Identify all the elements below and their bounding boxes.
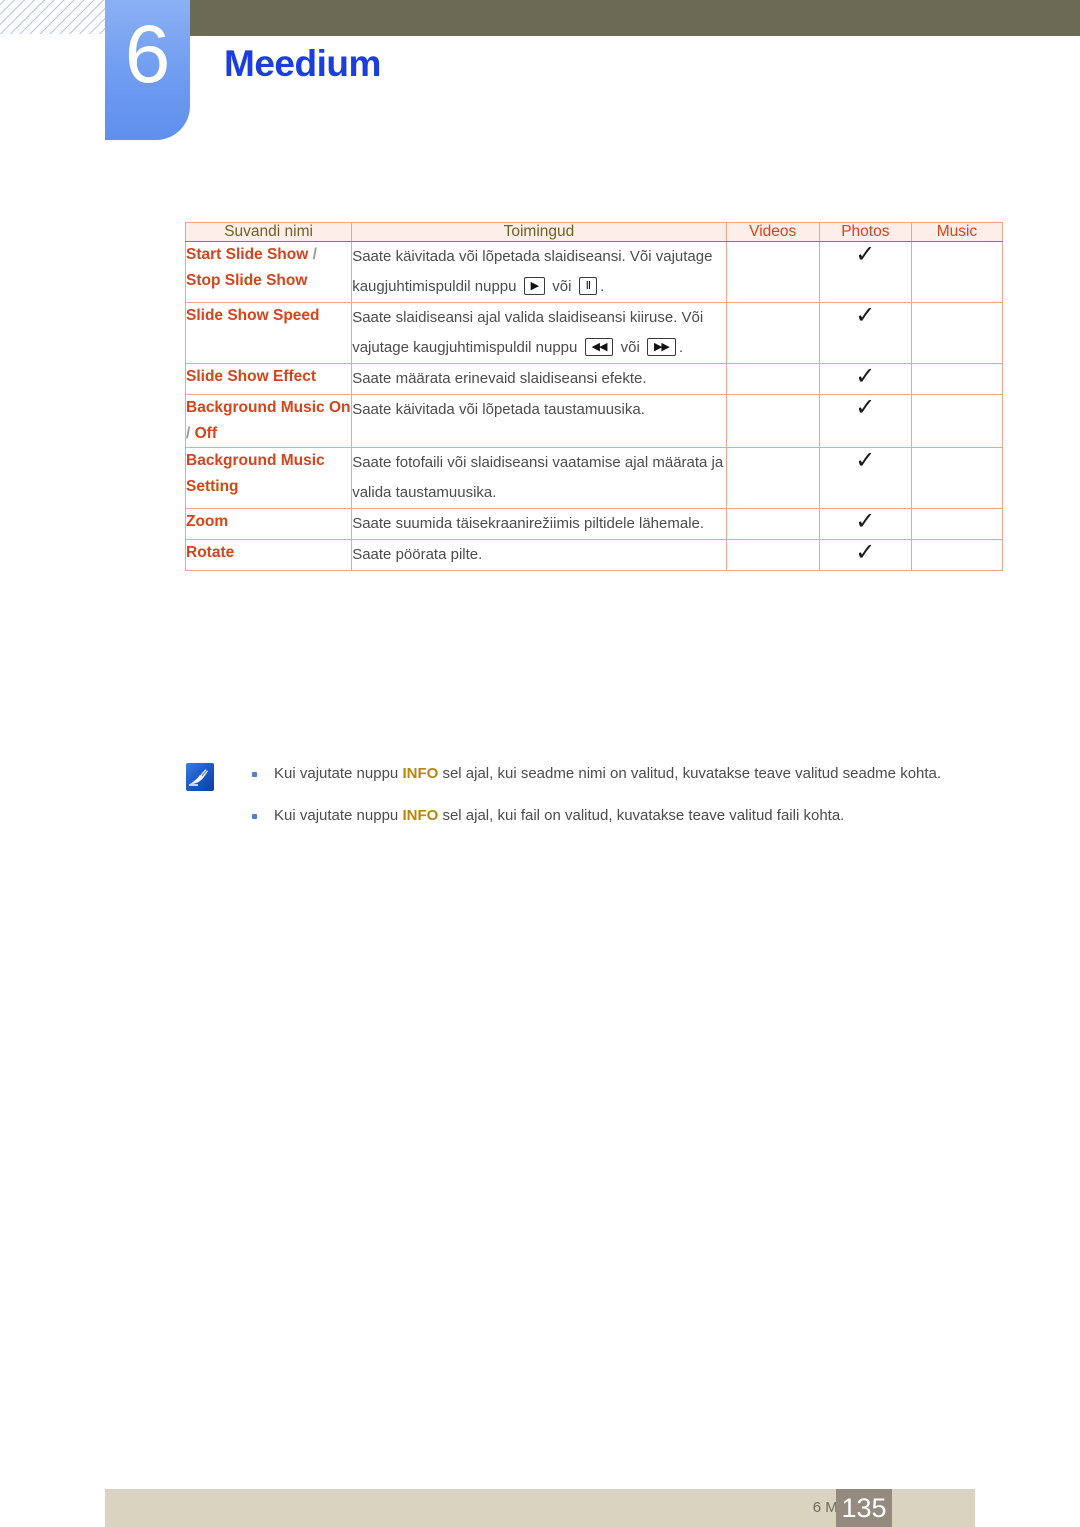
remote-key-icon: ▶▶ bbox=[646, 338, 676, 356]
chapter-olive-bar bbox=[190, 0, 1080, 36]
option-action-cell: Saate määrata erinevaid slaidiseansi efe… bbox=[351, 363, 727, 395]
support-music-cell bbox=[910, 539, 1004, 571]
support-videos-cell bbox=[725, 508, 820, 540]
checkmark-icon: ✓ bbox=[855, 301, 876, 329]
page-title: Meedium bbox=[224, 43, 381, 84]
table-row: Rotate Saate pöörata pilte. ✓ bbox=[184, 538, 1004, 571]
remote-key-icon: ◀◀ bbox=[584, 338, 614, 356]
support-videos-cell bbox=[725, 302, 820, 364]
option-name-cell: Slide Show Speed bbox=[184, 302, 353, 364]
chapter-number: 6 bbox=[124, 9, 171, 100]
column-header-option-name: Suvandi nimi bbox=[184, 222, 353, 242]
option-name-cell: Rotate bbox=[184, 539, 353, 571]
checkmark-icon: ✓ bbox=[855, 362, 876, 390]
note-pen-icon bbox=[186, 763, 214, 791]
checkmark-icon: ✓ bbox=[855, 240, 876, 268]
column-header-music: Music bbox=[910, 222, 1004, 242]
option-name-cell: Zoom bbox=[184, 508, 353, 540]
checkmark-icon: ✓ bbox=[855, 446, 876, 474]
column-header-actions: Toimingud bbox=[351, 222, 727, 242]
table-row: Background Music Setting Saate fotofaili … bbox=[184, 446, 1004, 509]
support-videos-cell bbox=[725, 394, 820, 448]
hatch-decoration bbox=[0, 0, 110, 34]
option-action-cell: Saate suumida täisekraanirežiimis piltid… bbox=[351, 508, 727, 540]
support-videos-cell bbox=[725, 241, 820, 303]
note-item: Kui vajutate nuppu INFO sel ajal, kui se… bbox=[248, 760, 1008, 788]
support-photos-cell: ✓ bbox=[818, 301, 912, 364]
checkmark-icon: ✓ bbox=[855, 538, 876, 566]
table-row: Slide Show Speed Saate slaidiseansi ajal … bbox=[184, 301, 1004, 364]
support-photos-cell: ✓ bbox=[818, 538, 912, 571]
option-action-cell: Saate käivitada või lõpetada slaidiseans… bbox=[351, 241, 727, 303]
table-row: Slide Show Effect Saate määrata erinevaid… bbox=[184, 362, 1004, 395]
info-keyword: INFO bbox=[402, 765, 439, 782]
table-header-row: Suvandi nimi Toimingud Videos Photos Mus… bbox=[184, 222, 1004, 242]
option-action-cell: Saate pöörata pilte. bbox=[351, 539, 727, 571]
option-name-cell: Slide Show Effect bbox=[184, 363, 353, 395]
support-photos-cell: ✓ bbox=[818, 240, 912, 303]
option-name-cell: Background Music Setting bbox=[184, 447, 353, 509]
option-action-cell: Saate fotofaili või slaidiseansi vaatami… bbox=[351, 447, 727, 509]
support-music-cell bbox=[910, 394, 1004, 448]
table-row: Zoom Saate suumida täisekraanirežiimis pi… bbox=[184, 507, 1004, 540]
chapter-number-tab: 6 bbox=[105, 0, 190, 140]
media-options-table: Suvandi nimi Toimingud Videos Photos Mus… bbox=[184, 222, 1004, 571]
info-keyword: INFO bbox=[402, 807, 439, 824]
note-item: Kui vajutate nuppu INFO sel ajal, kui fa… bbox=[248, 802, 1008, 830]
support-music-cell bbox=[910, 302, 1004, 364]
option-name-cell: Background Music On / Off bbox=[184, 394, 353, 448]
remote-key-icon: Ⅱ bbox=[578, 277, 598, 295]
option-action-cell: Saate käivitada või lõpetada taustamuusi… bbox=[351, 394, 727, 448]
table-row: Background Music On / Off Saate käivitada… bbox=[184, 393, 1004, 448]
checkmark-icon: ✓ bbox=[855, 393, 876, 421]
column-header-photos: Photos bbox=[818, 222, 912, 242]
support-photos-cell: ✓ bbox=[818, 446, 912, 509]
option-name-cell: Start Slide Show / Stop Slide Show bbox=[184, 241, 353, 303]
table-row: Start Slide Show / Stop Slide Show Saate … bbox=[184, 240, 1004, 303]
support-music-cell bbox=[910, 241, 1004, 303]
support-photos-cell: ✓ bbox=[818, 507, 912, 540]
support-music-cell bbox=[910, 447, 1004, 509]
support-music-cell bbox=[910, 508, 1004, 540]
support-videos-cell bbox=[725, 539, 820, 571]
column-header-videos: Videos bbox=[725, 222, 820, 242]
support-photos-cell: ✓ bbox=[818, 393, 912, 448]
remote-key-icon: ▶ bbox=[523, 277, 546, 295]
checkmark-icon: ✓ bbox=[855, 507, 876, 535]
option-action-cell: Saate slaidiseansi ajal valida slaidisea… bbox=[351, 302, 727, 364]
support-music-cell bbox=[910, 363, 1004, 395]
support-videos-cell bbox=[725, 363, 820, 395]
support-photos-cell: ✓ bbox=[818, 362, 912, 395]
footer-page-number: 135 bbox=[836, 1489, 892, 1527]
support-videos-cell bbox=[725, 447, 820, 509]
